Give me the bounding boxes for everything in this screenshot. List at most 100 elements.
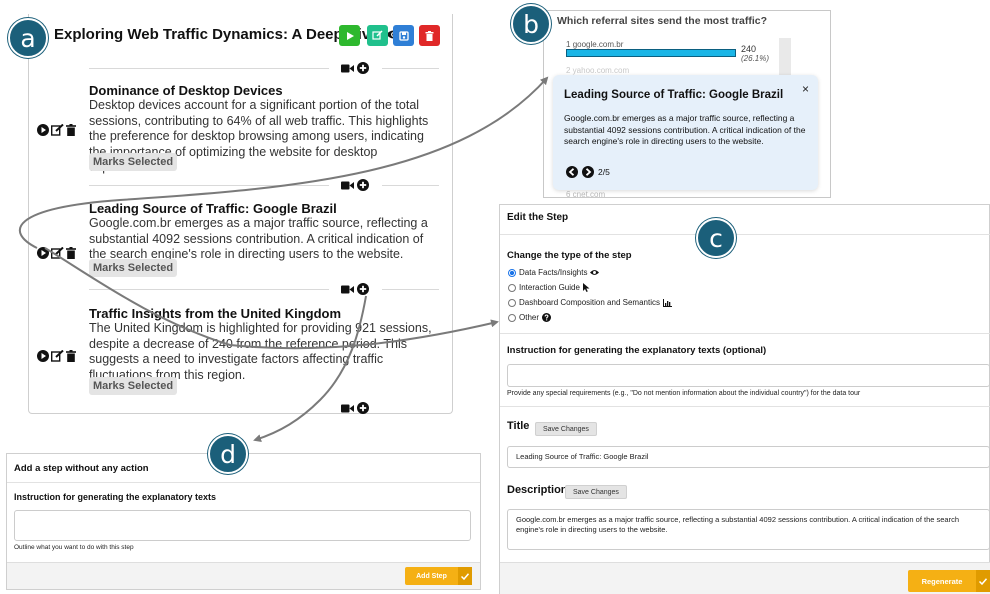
add-step-instruction-heading: Instruction for generating the explanato… (14, 492, 217, 502)
description-textarea[interactable]: Google.com.br emerges as a major traffic… (507, 509, 990, 550)
step-title: Dominance of Desktop Devices (89, 83, 283, 98)
play-icon (346, 31, 354, 40)
type-label: Interaction Guide (519, 283, 580, 292)
cursor-icon (582, 283, 590, 292)
divider (7, 482, 480, 483)
step-text: The United Kingdom is highlighted for pr… (89, 321, 432, 382)
regenerate-button[interactable]: Regenerate (908, 570, 990, 592)
radio-data-facts[interactable] (508, 268, 516, 277)
bar-value: 240 (741, 44, 757, 54)
type-heading: Change the type of the step (507, 250, 632, 261)
video-camera-icon[interactable] (341, 181, 354, 190)
description-label: Description (507, 484, 568, 496)
question-icon (542, 313, 552, 322)
add-step-help: Outline what you want to do with this st… (14, 544, 134, 551)
regenerate-label: Regenerate (921, 576, 963, 586)
bar-label: 1 google.com.br (566, 40, 623, 49)
trash-icon[interactable] (66, 350, 76, 362)
bar-percent: (26.1%) (741, 54, 770, 63)
tooltip-body: Google.com.br emerges as a major traffic… (564, 113, 806, 146)
type-option-data-facts[interactable]: Data Facts/Insights (508, 268, 600, 277)
step-title: Traffic Insights from the United Kingdom (89, 306, 342, 321)
edit-icon (372, 30, 383, 40)
step-text: Google.com.br emerges as a major traffic… (89, 216, 428, 261)
edit-icon[interactable] (51, 350, 64, 362)
step-separator (89, 185, 329, 186)
trash-icon[interactable] (66, 247, 76, 259)
tooltip-title: Leading Source of Traffic: Google Brazil (564, 89, 784, 101)
divider (500, 406, 990, 407)
trash-icon[interactable] (66, 124, 76, 136)
instruction-heading: Instruction for generating the explanato… (507, 345, 767, 356)
marks-selected-button[interactable]: Marks Selected (89, 377, 177, 395)
radio-dashboard[interactable] (508, 298, 516, 307)
step-separator (382, 68, 439, 69)
step-separator (382, 185, 439, 186)
bar-site: google.com.br (572, 40, 624, 49)
type-option-other[interactable]: Other (508, 313, 552, 322)
eye-icon (590, 270, 600, 275)
step-insert-controls (341, 402, 369, 414)
edit-tour-button[interactable] (367, 25, 388, 46)
add-step-button[interactable]: Add Step (405, 567, 472, 585)
tour-title-text: Exploring Web Traffic Dynamics: A Deep D… (54, 26, 379, 43)
save-description-button[interactable]: Save Changes (565, 485, 627, 499)
radio-other[interactable] (508, 313, 516, 322)
play-circle-icon[interactable] (37, 124, 49, 136)
video-camera-icon[interactable] (341, 64, 354, 73)
add-step-label: Add Step (416, 572, 447, 580)
label-badge-c: c (696, 218, 736, 258)
plus-circle-icon[interactable] (357, 402, 369, 414)
tooltip-page: 2/5 (598, 167, 610, 177)
step-title: Leading Source of Traffic: Google Brazil (89, 201, 337, 216)
edit-icon[interactable] (51, 124, 64, 136)
step-controls (37, 124, 76, 136)
edit-header: Edit the Step (507, 212, 569, 223)
type-option-dashboard[interactable]: Dashboard Composition and Semantics (508, 298, 672, 307)
step-separator (382, 289, 439, 290)
referral-bar[interactable] (566, 49, 736, 57)
step-separator (89, 289, 329, 290)
title-input[interactable]: Leading Source of Traffic: Google Brazil (507, 446, 990, 468)
step-insert-controls (341, 283, 369, 295)
type-option-interaction[interactable]: Interaction Guide (508, 283, 590, 292)
play-tour-button[interactable] (339, 25, 360, 46)
plus-circle-icon[interactable] (357, 179, 369, 191)
title-label: Title (507, 420, 530, 432)
arrow-right-circle-icon[interactable] (582, 166, 594, 178)
add-step-textarea[interactable] (14, 510, 471, 541)
arrow-left-circle-icon[interactable] (566, 166, 578, 178)
play-circle-icon[interactable] (37, 247, 49, 259)
step-separator (89, 68, 329, 69)
radio-interaction[interactable] (508, 283, 516, 292)
video-camera-icon[interactable] (341, 285, 354, 294)
faded-row: 6 cnet.com (566, 190, 606, 199)
step-insert-controls (341, 179, 369, 191)
plus-circle-icon[interactable] (357, 62, 369, 74)
step-insert-controls (341, 62, 369, 74)
save-icon (398, 30, 409, 41)
tooltip-close-button[interactable]: × (802, 82, 809, 96)
delete-tour-button[interactable] (419, 25, 440, 46)
plus-circle-icon[interactable] (357, 283, 369, 295)
type-label: Other (519, 313, 540, 322)
add-step-header: Add a step without any action (14, 463, 149, 474)
instruction-help: Provide any special requirements (e.g., … (507, 390, 861, 397)
label-badge-b: b (511, 4, 551, 44)
type-label: Data Facts/Insights (519, 268, 588, 277)
save-tour-button[interactable] (393, 25, 414, 46)
step-controls (37, 247, 76, 259)
save-title-button[interactable]: Save Changes (535, 422, 597, 436)
video-camera-icon[interactable] (341, 404, 354, 413)
marks-selected-button[interactable]: Marks Selected (89, 153, 177, 171)
faded-row: 2 yahoo.com.com (566, 66, 630, 75)
instruction-textarea[interactable] (507, 364, 990, 387)
check-icon (976, 570, 990, 592)
edit-icon[interactable] (51, 247, 64, 259)
step-controls (37, 350, 76, 362)
chart-question: Which referral sites send the most traff… (557, 15, 768, 27)
tooltip-nav: 2/5 (566, 166, 610, 178)
marks-selected-button[interactable]: Marks Selected (89, 259, 177, 277)
play-circle-icon[interactable] (37, 350, 49, 362)
check-icon (458, 567, 472, 585)
